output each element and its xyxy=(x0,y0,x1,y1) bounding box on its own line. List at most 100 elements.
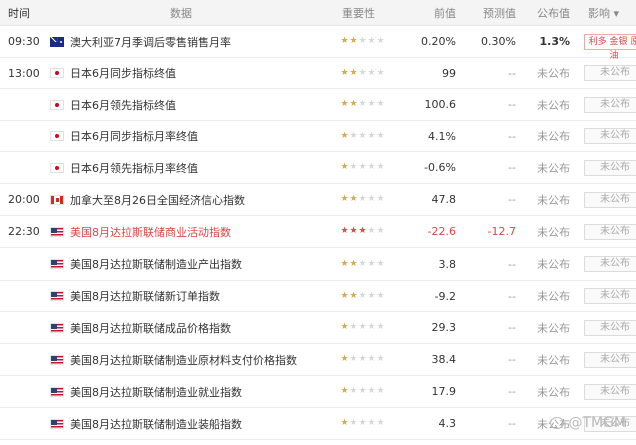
flag-us-icon xyxy=(50,354,64,365)
row-data-cell: 美国8月达拉斯联储新订单指数 xyxy=(44,288,336,304)
table-row[interactable]: 日本6月领先指标月率终值 ★ ★ ★ ★ ★ -0.6% -- 未公布 未公布 xyxy=(0,152,636,184)
importance-rating: ★ ★ ★ ★ ★ xyxy=(336,163,400,172)
table-row[interactable]: 美国8月达拉斯联储制造业产出指数 ★ ★ ★ ★ ★ 3.8 -- 未公布 未公布 xyxy=(0,248,636,281)
header-data: 数据 xyxy=(170,6,192,20)
row-time: 09:30 xyxy=(8,35,40,48)
star-icon: ★ xyxy=(376,36,385,46)
row-time: 13:00 xyxy=(8,66,40,80)
flag-us-icon xyxy=(50,418,64,429)
flag-us-icon xyxy=(50,259,64,269)
flag-jp-icon xyxy=(50,99,64,110)
row-effect: 未公布 xyxy=(574,351,636,368)
row-previous: 99 xyxy=(442,66,456,80)
row-time: 22:30 xyxy=(8,225,40,238)
row-previous: -22.6 xyxy=(427,225,456,238)
row-actual: 未公布 xyxy=(537,193,570,207)
flag-jp-icon xyxy=(50,68,64,78)
table-row[interactable]: 20:00 加拿大至8月26日全国经济信心指数 ★ ★ ★ ★ ★ 47.8 -- 未公布 未公布 xyxy=(0,184,636,216)
row-effect: 未公布 xyxy=(574,191,636,208)
table-row[interactable]: 美国8月达拉斯联储制造业就业指数 ★ ★ ★ ★ ★ 17.9 -- 未公布 未公布 xyxy=(0,376,636,408)
row-forecast: -- xyxy=(508,385,516,398)
star-icon: ★ xyxy=(376,99,385,109)
star-icon: ★ xyxy=(340,130,349,141)
row-indicator-name[interactable]: 美国8月达拉斯联储制造业产出指数 xyxy=(70,256,242,272)
effect-badge: 未公布 xyxy=(584,319,636,336)
row-effect: 未公布 xyxy=(574,128,636,144)
star-icon: ★ xyxy=(358,290,367,301)
table-row[interactable]: 美国8月达拉斯联储成品价格指数 ★ ★ ★ ★ ★ 29.3 -- 未公布 未公布 xyxy=(0,312,636,344)
star-icon: ★ xyxy=(358,386,367,396)
row-actual: 未公布 xyxy=(537,321,570,335)
row-indicator-name[interactable]: 美国8月达拉斯联储制造业原材料支付价格指数 xyxy=(70,352,297,368)
row-data-cell: 美国8月达拉斯联储商业活动指数 xyxy=(44,224,336,240)
row-effect: 利多 金银 原油 xyxy=(574,33,636,61)
star-icon: ★ xyxy=(349,99,358,109)
star-icon: ★ xyxy=(340,36,349,46)
table-row[interactable]: 09:30 澳大利亚7月季调后零售销售月率 ★ ★ ★ ★ ★ 0.20% 0.30% 1.3% 利… xyxy=(0,26,636,61)
row-indicator-name[interactable]: 日本6月同步指标终值 xyxy=(70,65,176,81)
star-icon: ★ xyxy=(340,226,349,236)
row-effect: 未公布 xyxy=(574,65,636,81)
weibo-icon xyxy=(550,417,565,429)
row-indicator-name[interactable]: 美国8月达拉斯联储制造业就业指数 xyxy=(70,384,242,400)
row-previous: 17.9 xyxy=(431,385,457,398)
row-forecast: -- xyxy=(508,66,516,80)
star-icon: ★ xyxy=(367,258,376,269)
row-indicator-name[interactable]: 美国8月达拉斯联储商业活动指数 xyxy=(70,224,231,240)
importance-rating: ★ ★ ★ ★ ★ xyxy=(336,37,400,46)
star-icon: ★ xyxy=(367,386,376,396)
row-previous: 4.3 xyxy=(438,417,457,430)
table-row[interactable]: 美国8月达拉斯联储制造业装船指数 ★ ★ ★ ★ ★ 4.3 -- 未公布 未公布 xyxy=(0,408,636,440)
header-effect-dropdown[interactable]: 影响 ▾ xyxy=(574,5,636,21)
row-previous: 3.8 xyxy=(438,257,457,271)
star-icon: ★ xyxy=(367,194,376,204)
table-row[interactable]: 13:00 日本6月同步指标终值 ★ ★ ★ ★ ★ 99 -- 未公布 未公布 xyxy=(0,58,636,89)
row-indicator-name[interactable]: 日本6月领先指标终值 xyxy=(70,97,176,113)
row-indicator-name[interactable]: 澳大利亚7月季调后零售销售月率 xyxy=(70,34,231,50)
star-icon: ★ xyxy=(376,258,385,269)
row-indicator-name[interactable]: 美国8月达拉斯联储新订单指数 xyxy=(70,288,220,304)
star-icon: ★ xyxy=(367,36,376,46)
table-row[interactable]: 日本6月领先指标终值 ★ ★ ★ ★ ★ 100.6 -- 未公布 未公布 xyxy=(0,89,636,121)
row-actual: 未公布 xyxy=(537,130,570,143)
importance-rating: ★ ★ ★ ★ ★ xyxy=(336,258,400,269)
row-indicator-name[interactable]: 美国8月达拉斯联储制造业装船指数 xyxy=(70,416,242,432)
effect-badge: 未公布 xyxy=(584,191,636,208)
header-previous: 前值 xyxy=(434,6,456,20)
effect-badge: 未公布 xyxy=(584,65,636,81)
row-data-cell: 美国8月达拉斯联储制造业原材料支付价格指数 xyxy=(44,352,336,368)
row-time: 20:00 xyxy=(8,193,40,206)
table-body: 09:30 澳大利亚7月季调后零售销售月率 ★ ★ ★ ★ ★ 0.20% 0.30% 1.3% 利… xyxy=(0,26,636,440)
table-row[interactable]: 美国8月达拉斯联储新订单指数 ★ ★ ★ ★ ★ -9.2 -- 未公布 未公布 xyxy=(0,281,636,312)
table-row[interactable]: 美国8月达拉斯联储制造业原材料支付价格指数 ★ ★ ★ ★ ★ 38.4 -- 未公布 未公布 xyxy=(0,344,636,376)
table-row[interactable]: 22:30 美国8月达拉斯联储商业活动指数 ★ ★ ★ ★ ★ -22.6 -12.7 未公布 未公… xyxy=(0,216,636,248)
row-previous: 0.20% xyxy=(421,35,456,48)
star-icon: ★ xyxy=(358,194,367,204)
row-indicator-name[interactable]: 日本6月领先指标月率终值 xyxy=(70,160,198,176)
star-icon: ★ xyxy=(376,322,385,332)
star-icon: ★ xyxy=(349,290,358,301)
star-icon: ★ xyxy=(349,386,358,396)
row-effect: 未公布 xyxy=(574,383,636,400)
row-forecast: -- xyxy=(508,257,516,271)
row-data-cell: 澳大利亚7月季调后零售销售月率 xyxy=(44,34,336,50)
effect-badge: 未公布 xyxy=(584,128,636,144)
row-indicator-name[interactable]: 加拿大至8月26日全国经济信心指数 xyxy=(70,192,245,208)
importance-rating: ★ ★ ★ ★ ★ xyxy=(336,100,400,109)
star-icon: ★ xyxy=(367,418,376,428)
star-icon: ★ xyxy=(358,226,367,236)
row-forecast: -- xyxy=(508,353,516,366)
star-icon: ★ xyxy=(367,162,376,172)
header-importance[interactable]: 重要性 xyxy=(336,5,400,21)
star-icon: ★ xyxy=(376,162,385,172)
economic-calendar: 时间 数据 重要性 前值 预测值 公布值 影响 ▾ 09:30 澳大利亚7月季调后… xyxy=(0,0,636,440)
star-icon: ★ xyxy=(349,130,358,141)
row-effect: 未公布 xyxy=(574,159,636,176)
star-icon: ★ xyxy=(358,36,367,46)
row-previous: 38.4 xyxy=(431,353,457,366)
row-indicator-name[interactable]: 美国8月达拉斯联储成品价格指数 xyxy=(70,320,231,336)
row-forecast: -12.7 xyxy=(487,225,516,238)
watermark: @TMGM xyxy=(550,415,626,431)
row-indicator-name[interactable]: 日本6月同步指标月率终值 xyxy=(70,128,198,144)
table-row[interactable]: 日本6月同步指标月率终值 ★ ★ ★ ★ ★ 4.1% -- 未公布 未公布 xyxy=(0,121,636,152)
